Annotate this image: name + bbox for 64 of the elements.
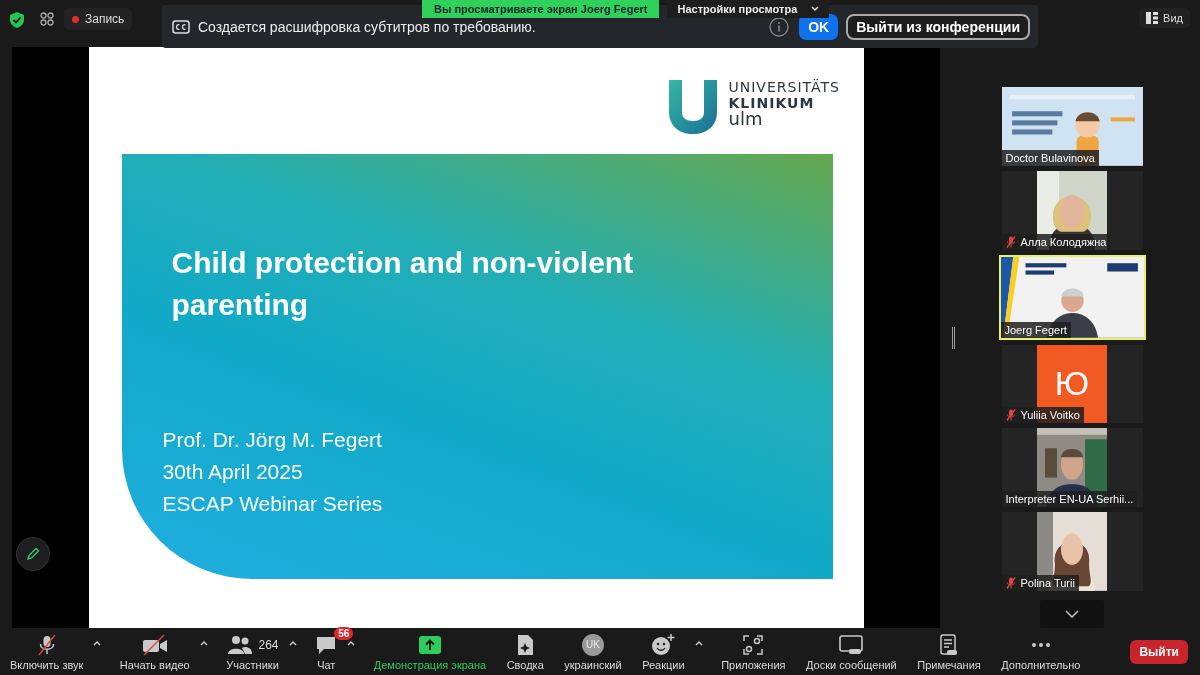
share-screen-icon [418,635,441,654]
notes-icon [940,633,958,656]
screen-share-banner: Вы просматриваете экран Joerg Fegert [422,0,660,18]
chevron-down-icon [811,6,820,12]
participant-name: Polina Turii [1020,577,1075,590]
pencil-icon [26,547,40,561]
participant-name: Doctor Bulavinova [1005,151,1095,164]
slide-subtitle: ESCAP Webinar Series [162,491,383,517]
logo-text: UNIVERSITÄTS [728,80,840,94]
slide-title: Child protection and non-violent parenting [171,245,635,323]
participant-tile[interactable]: Polina Turii [1001,512,1143,592]
participant-name: Yuliia Voitko [1020,409,1080,422]
logo-text: ulm [728,110,764,128]
view-options-dropdown[interactable]: Настройки просмотра [667,0,830,18]
participant-name: Interpreter EN-UA Serhii... [1005,493,1134,506]
slide-subtitle: 30th April 2025 [162,459,304,485]
avatar-initial: Ю [1054,364,1090,404]
participant-name: Joerg Fegert [1004,323,1067,336]
share-screen-button[interactable]: Демонстрация экрана [371,632,489,671]
toolbar-button[interactable]: UK украинский [562,632,624,671]
people-icon [226,634,253,655]
participant-name: Алла Колодяжна [1020,235,1107,248]
logo-text: KLINIKUM [728,96,816,110]
info-icon[interactable] [769,16,790,37]
whiteboard-icon [839,634,864,655]
grid-icon[interactable] [40,12,54,26]
toolbar-button[interactable]: 264 Участники [224,632,281,671]
toolbar-button[interactable]: Включить звук [8,632,86,671]
caret-icon[interactable] [288,640,297,646]
participant-tile[interactable]: Алла Колодяжна [1001,170,1143,250]
caret-icon[interactable] [347,640,356,646]
view-button[interactable]: Вид [1139,8,1190,28]
participant-tile[interactable]: Ю Yuliia Voitko [1001,344,1143,424]
caret-icon[interactable] [694,640,703,646]
smiley-icon [651,633,676,656]
document-icon [516,633,535,656]
caret-icon[interactable] [199,640,208,646]
notification-text: Создается расшифровка субтитров по требованию. [198,18,536,35]
resize-handle[interactable] [951,326,955,349]
logo-icon [668,80,717,134]
toolbar-button[interactable]: Реакции [640,632,687,671]
slide-subtitle: Prof. Dr. Jörg M. Fegert [162,427,383,453]
toolbar-button[interactable]: Начать видео [117,632,192,671]
toolbar-button[interactable]: Приложения [719,632,788,671]
participant-tile[interactable]: Doctor Bulavinova [1001,87,1143,166]
shield-icon [10,12,24,28]
layout-icon [1146,12,1159,24]
apps-icon [742,633,765,656]
video-off-icon [141,633,168,656]
toolbar-button[interactable]: Дополнительно [999,632,1083,671]
recording-indicator[interactable]: Запись [64,8,133,30]
more-icon [1030,641,1051,648]
chat-icon [315,634,338,655]
leave-button[interactable]: Выйти [1130,639,1188,664]
participant-tile[interactable]: Interpreter EN-UA Serhii... [1001,428,1143,508]
toolbar-button[interactable]: Примечания [915,632,983,671]
captions-icon [172,19,190,34]
annotate-button[interactable] [16,537,50,571]
participant-tile[interactable]: Joerg Fegert [998,254,1146,340]
chevron-down-icon [1065,610,1079,619]
caret-icon[interactable] [93,640,102,646]
toolbar-button[interactable]: Сводка [504,632,546,671]
leave-meeting-button[interactable]: Выйти из конференции [846,13,1030,40]
toolbar-button[interactable]: Доски сообщений [803,632,899,671]
